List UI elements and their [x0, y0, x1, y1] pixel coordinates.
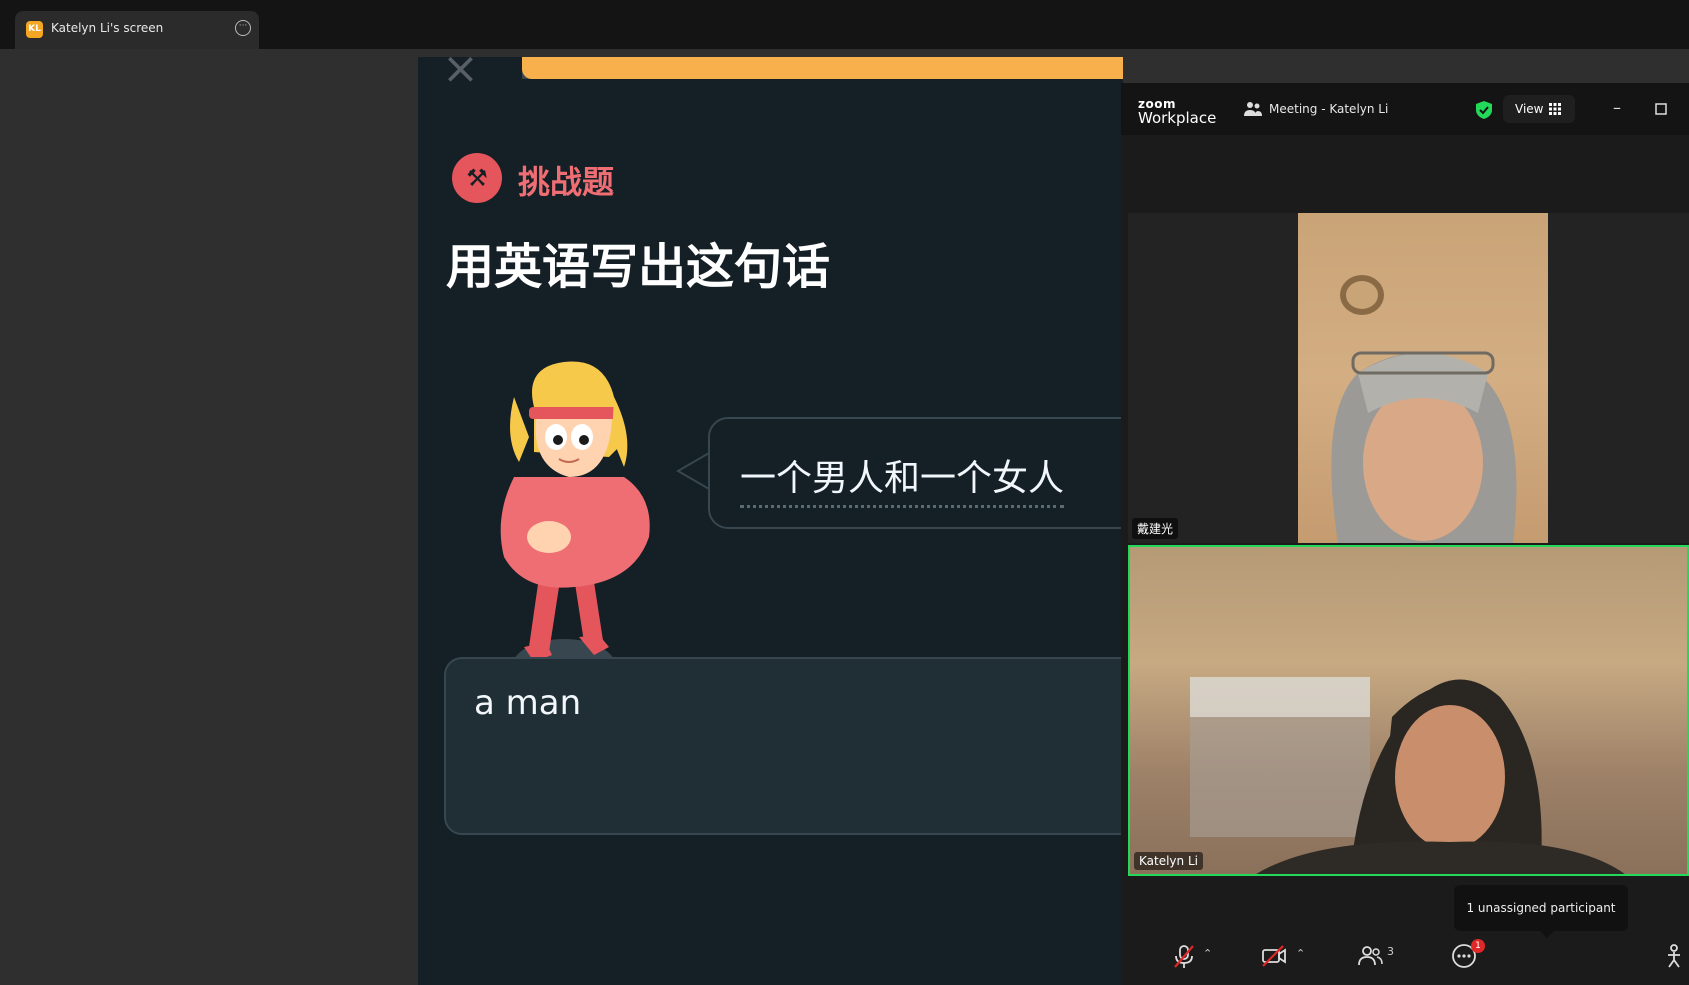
zoom-meeting-window: zoom Workplace Meeting - Katelyn Li View…: [1121, 83, 1689, 985]
participant-name: Katelyn Li: [1134, 852, 1203, 870]
camera-off-icon: [1262, 945, 1286, 967]
answer-input[interactable]: a man: [444, 657, 1123, 835]
zoom-title-bar: zoom Workplace Meeting - Katelyn Li View…: [1121, 83, 1689, 135]
lesson-progress-bar: [522, 57, 1123, 79]
video-options-chevron-icon[interactable]: ⌃: [1296, 947, 1305, 960]
tooltip-arrow: [1540, 931, 1554, 938]
participant-video: [1298, 213, 1548, 543]
sharer-avatar-badge: KL: [26, 21, 43, 38]
maximize-icon[interactable]: [1651, 99, 1671, 119]
meeting-title: Meeting - Katelyn Li: [1269, 102, 1389, 116]
screen-share-tab[interactable]: KL Katelyn Li's screen ···: [15, 11, 259, 49]
answer-text: a man: [474, 683, 582, 723]
dumbbell-icon: ⚒: [452, 153, 502, 203]
audio-button[interactable]: ⌃: [1161, 943, 1221, 983]
active-speaker-tile[interactable]: Katelyn Li: [1128, 545, 1689, 876]
notification-badge: 1: [1471, 939, 1485, 953]
minimize-icon[interactable]: –: [1607, 99, 1627, 119]
close-icon[interactable]: ×: [442, 57, 482, 91]
participants-count: 3: [1387, 945, 1394, 958]
view-button-label: View: [1515, 102, 1544, 116]
sentence-to-translate[interactable]: 一个男人和一个女人: [740, 449, 1065, 508]
participants-icon: [1358, 946, 1383, 966]
speech-bubble: 一个男人和一个女人: [708, 417, 1123, 529]
shield-check-icon[interactable]: [1475, 100, 1493, 120]
video-button[interactable]: ⌃: [1251, 943, 1315, 983]
participant-video-frame: [1190, 677, 1625, 874]
audio-options-chevron-icon[interactable]: ⌃: [1203, 947, 1212, 960]
people-icon: [1244, 102, 1262, 116]
shared-screen: × ⚒ 挑战题 用英语写出这句话 一个男人和一个女人 a man: [418, 57, 1123, 985]
zoom-logo-workplace: Workplace: [1138, 109, 1217, 127]
lesson-progress-fill: [522, 57, 1123, 79]
participant-video-tile[interactable]: 戴建光: [1128, 213, 1689, 543]
grid-icon: [1549, 103, 1561, 115]
participant-video: [1130, 547, 1687, 874]
microphone-muted-icon: [1174, 945, 1194, 968]
challenge-label: 挑战题: [518, 163, 615, 201]
accessibility-button[interactable]: [1661, 943, 1689, 983]
screen-share-title: Katelyn Li's screen: [51, 21, 164, 35]
more-button[interactable]: 1: [1441, 939, 1501, 983]
participant-video-frame: [1331, 275, 1517, 543]
view-button[interactable]: View: [1503, 95, 1575, 123]
character-illustration: [500, 361, 650, 695]
participant-name: 戴建光: [1132, 518, 1179, 539]
person-icon: [1668, 944, 1680, 968]
more-options-icon[interactable]: ···: [235, 20, 251, 36]
unassigned-participant-tooltip: 1 unassigned participant: [1454, 885, 1628, 931]
participants-button[interactable]: 3: [1347, 943, 1407, 983]
screen-share-bar: KL Katelyn Li's screen ···: [0, 0, 1689, 49]
exercise-prompt: 用英语写出这句话: [446, 239, 831, 295]
